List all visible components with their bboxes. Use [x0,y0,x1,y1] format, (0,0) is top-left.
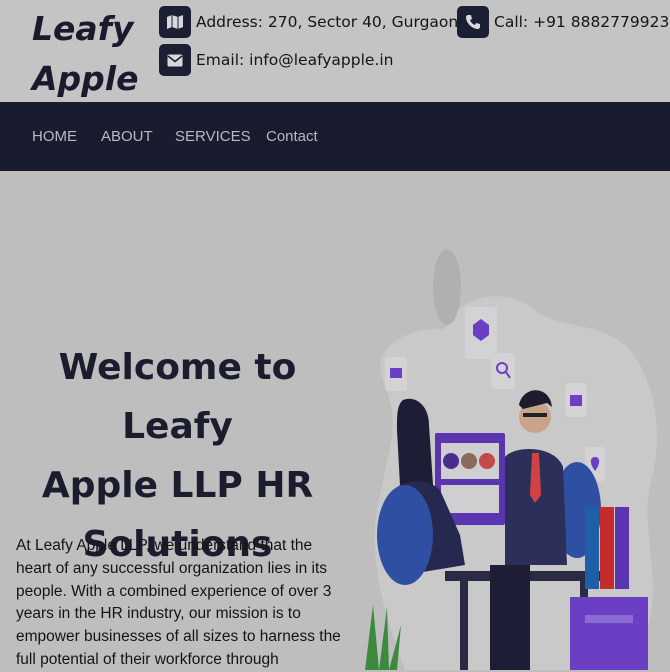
hero-paragraph: At Leafy Apple LLP, we understand that t… [16,535,346,672]
address-text: Address: 270, Sector 40, Gurgaon [196,13,459,31]
binder-2 [600,507,614,589]
phone-text: Call: +91 8882779923 [494,13,670,31]
logo[interactable]: Leafy Apple [32,4,138,104]
phone-info[interactable]: Call: +91 8882779923 [457,6,669,38]
email-info[interactable]: Email: info@leafyapple.in [159,44,394,76]
hero-paragraph-line: years in the HR industry, our mission is… [16,605,301,623]
nav-contact[interactable]: Contact [266,102,318,171]
bag-icon [570,395,582,406]
hero-paragraph-line: empower businesses of all sizes to harne… [16,628,341,646]
phone-icon [457,6,489,38]
hero-title-line-1: Welcome to Leafy [58,347,297,447]
woman-chair [377,485,433,585]
main-nav: HOME ABOUT SERVICES Contact [0,102,670,171]
nav-home[interactable]: HOME [32,102,77,171]
mail-icon [390,368,402,378]
binder-3 [615,507,629,589]
hero-paragraph-line: full potential of their workforce throug… [16,650,279,668]
nav-services[interactable]: SERVICES [175,102,251,171]
envelope-icon [159,44,191,76]
hero-paragraph-line: people. With a combined experience of ov… [16,582,332,600]
nav-about[interactable]: ABOUT [101,102,153,171]
logo-line-1: Leafy [32,9,134,48]
hero-paragraph-line: At Leafy Apple LLP, we understand that t… [16,537,313,554]
badge-search [491,353,515,389]
map-icon [159,6,191,38]
hero-paragraph-line: heart of any successful organization lie… [16,559,328,577]
site-header: Leafy Apple Address: 270, Sector 40, Gur… [0,0,670,102]
binder-1 [585,507,599,589]
hr-illustration [365,249,657,670]
logo-line-2: Apple [32,59,139,98]
illustration-lamp [433,249,461,325]
hero-title-line-2: Apple LLP HR [41,465,314,506]
address-info: Address: 270, Sector 40, Gurgaon [159,6,458,38]
email-text: Email: info@leafyapple.in [196,51,394,69]
